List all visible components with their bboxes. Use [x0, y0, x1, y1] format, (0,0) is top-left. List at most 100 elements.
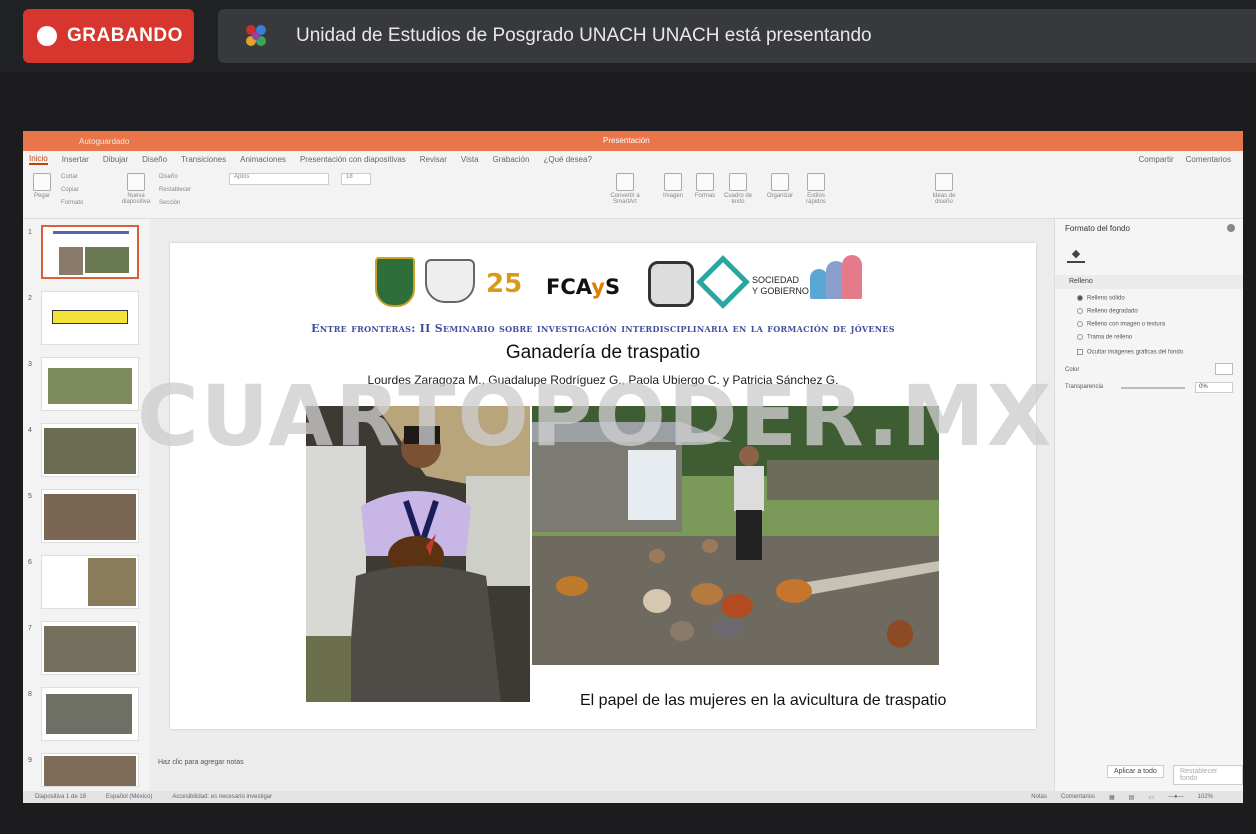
clipboard-actions: Cortar Copiar Formato [61, 171, 83, 210]
radio-icon [1077, 321, 1083, 327]
textbox-button[interactable]: Cuadro de texto [723, 173, 753, 205]
notes-placeholder[interactable]: Haz clic para agregar notas [158, 759, 244, 766]
document-title: Presentación [603, 136, 650, 145]
slide-title: Ganadería de traspatio [505, 342, 701, 363]
slide-number: 6 [28, 559, 32, 566]
tab-transiciones[interactable]: Transiciones [181, 155, 226, 164]
slide-authors: Lourdes Zaragoza M., Guadalupe Rodríguez… [367, 373, 839, 387]
apply-all-button[interactable]: Aplicar a todo [1107, 765, 1164, 778]
slide-thumbnail-4[interactable] [41, 423, 139, 477]
comments-toggle[interactable]: Comentarios [1061, 794, 1095, 801]
slide-thumbnail-6[interactable] [41, 555, 139, 609]
zoom-level[interactable]: 102% [1198, 794, 1213, 801]
transparency-slider[interactable] [1121, 387, 1185, 389]
fill-section-header[interactable]: Relleno [1055, 275, 1243, 289]
accessibility-status[interactable]: Accesibilidad: es necesario investigar [172, 794, 272, 800]
copy-button[interactable]: Copiar [61, 184, 83, 197]
smartart-button[interactable]: Convertir a SmartArt [605, 173, 645, 205]
font-name-select[interactable]: Aptos [229, 173, 329, 185]
layout-button[interactable]: Diseño [159, 171, 191, 184]
reset-button[interactable]: Restablecer [159, 184, 191, 197]
tab-presentacion[interactable]: Presentación con diapositivas [300, 155, 406, 164]
arrange-icon [771, 173, 789, 191]
fill-bucket-icon[interactable]: ◆ [1067, 247, 1085, 263]
sorter-view-icon[interactable]: ▤ [1129, 794, 1135, 801]
radio-selected-icon [1077, 295, 1083, 301]
ces-logo [648, 261, 694, 307]
solid-fill-option[interactable]: Relleno sólido [1077, 295, 1125, 302]
comments-button[interactable]: Comentarios [1186, 155, 1231, 164]
reading-view-icon[interactable]: ▭ [1148, 794, 1154, 801]
slide-number: 2 [28, 295, 32, 302]
designer-button[interactable]: Ideas de diseño [927, 173, 961, 205]
ribbon-toolbar: Pegar Cortar Copiar Formato Nueva diapos… [23, 167, 1243, 219]
tab-revisar[interactable]: Revisar [420, 155, 447, 164]
slide-number: 7 [28, 625, 32, 632]
color-picker-button[interactable] [1215, 363, 1233, 375]
new-slide-icon [127, 173, 145, 191]
close-pane-icon[interactable] [1227, 224, 1235, 232]
slide-editor: 25 FCAyS SOCIEDAD Y GOBIERNO Entre fronte… [150, 219, 1054, 791]
slide-thumbnail-5[interactable] [41, 489, 139, 543]
pattern-fill-option[interactable]: Trama de relleno [1077, 334, 1132, 341]
checkbox-icon [1077, 349, 1083, 355]
current-slide[interactable]: 25 FCAyS SOCIEDAD Y GOBIERNO Entre fronte… [170, 243, 1036, 729]
quick-styles-icon [807, 173, 825, 191]
slide-thumbnail-3[interactable] [41, 357, 139, 411]
autosave-label[interactable]: Autoguardado [79, 137, 129, 146]
notes-toggle[interactable]: Notas [1031, 794, 1047, 801]
tab-inicio[interactable]: Inicio [29, 154, 48, 165]
seminar-heading: Entre fronteras: II Seminario sobre inve… [311, 322, 895, 335]
share-button[interactable]: Compartir [1139, 155, 1174, 164]
tab-insertar[interactable]: Insertar [62, 155, 89, 164]
section-button[interactable]: Sección [159, 197, 191, 210]
slide-thumbnail-2[interactable] [41, 291, 139, 345]
tab-vista[interactable]: Vista [461, 155, 479, 164]
new-slide-button[interactable]: Nueva diapositiva [119, 173, 153, 205]
slide-thumbnail-7[interactable] [41, 621, 139, 675]
status-bar: Diapositiva 1 de 18 Español (México) Acc… [23, 791, 1243, 803]
normal-view-icon[interactable]: ▦ [1109, 794, 1115, 801]
presenter-text: Unidad de Estudios de Posgrado UNACH UNA… [296, 25, 872, 46]
meeting-top-bar: GRABANDO Unidad de Estudios de Posgrado … [0, 0, 1256, 72]
radio-icon [1077, 308, 1083, 314]
anniversary-logo: 25 [486, 269, 523, 299]
transparency-value[interactable]: 0% [1195, 382, 1233, 393]
paste-button[interactable]: Pegar [29, 173, 55, 199]
arrange-button[interactable]: Organizar [763, 173, 797, 199]
format-painter-button[interactable]: Formato [61, 197, 83, 210]
slide-number: 3 [28, 361, 32, 368]
format-pane-title: Formato del fondo [1065, 224, 1130, 233]
designer-icon [935, 173, 953, 191]
record-dot-icon [37, 26, 57, 46]
slide-thumbnail-1[interactable] [41, 225, 139, 279]
shared-powerpoint-window: Autoguardado Presentación Inicio Inserta… [23, 131, 1243, 803]
reset-background-button[interactable]: Restablecer fondo [1173, 765, 1243, 785]
slide-number: 1 [28, 229, 32, 236]
tab-dibujar[interactable]: Dibujar [103, 155, 128, 164]
color-label: Color [1065, 367, 1080, 373]
language-indicator[interactable]: Español (México) [106, 794, 152, 800]
picture-button[interactable]: Imagen [659, 173, 687, 199]
font-size-select[interactable]: 18 [341, 173, 371, 185]
tab-grabacion[interactable]: Grabación [493, 155, 530, 164]
slide-thumbnail-9[interactable] [41, 753, 139, 787]
slide-number: 8 [28, 691, 32, 698]
slide-actions: Diseño Restablecer Sección [159, 171, 191, 210]
backyard-chickens-photo [532, 406, 939, 665]
cut-button[interactable]: Cortar [61, 171, 83, 184]
recording-indicator[interactable]: GRABANDO [23, 9, 194, 63]
picture-fill-option[interactable]: Relleno con imagen o textura [1077, 321, 1165, 328]
hide-graphics-option[interactable]: Ocultar imágenes gráficas del fondo [1077, 349, 1183, 356]
quick-styles-button[interactable]: Estilos rápidos [799, 173, 833, 205]
gradient-fill-option[interactable]: Relleno degradado [1077, 308, 1138, 315]
tab-diseno[interactable]: Diseño [142, 155, 167, 164]
slide-thumbnails-pane: 1 2 3 4 5 6 7 8 9 [23, 219, 150, 791]
slide-thumbnail-8[interactable] [41, 687, 139, 741]
tab-animaciones[interactable]: Animaciones [240, 155, 286, 164]
shapes-button[interactable]: Formas [691, 173, 719, 199]
zoom-slider[interactable]: —●— [1168, 794, 1184, 801]
ribbon-tabs: Inicio Insertar Dibujar Diseño Transicio… [23, 151, 1243, 167]
people-logo [810, 255, 864, 303]
tell-me-search[interactable]: ¿Qué desea? [543, 155, 591, 164]
